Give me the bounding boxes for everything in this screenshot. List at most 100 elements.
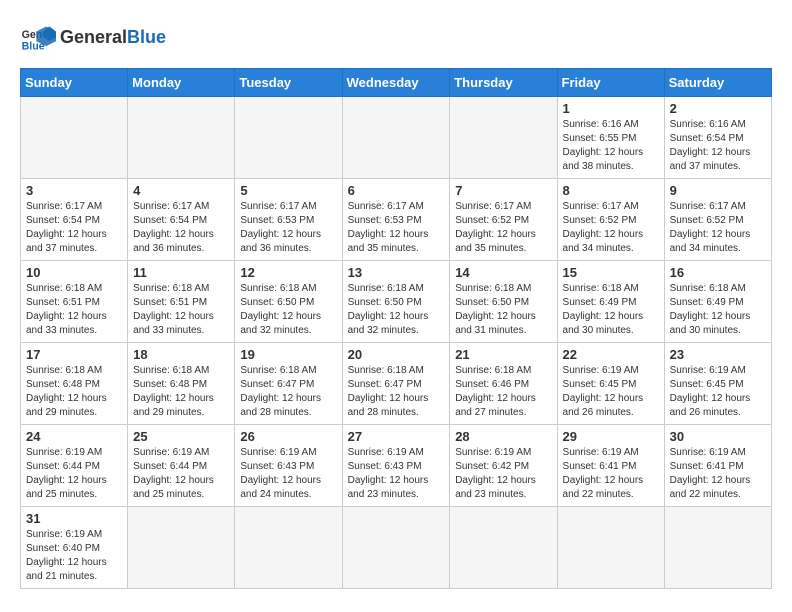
day-number: 21 xyxy=(455,347,551,362)
day-number: 16 xyxy=(670,265,766,280)
weekday-header: Friday xyxy=(557,69,664,97)
calendar-cell: 26Sunrise: 6:19 AM Sunset: 6:43 PM Dayli… xyxy=(235,425,342,507)
day-info: Sunrise: 6:17 AM Sunset: 6:53 PM Dayligh… xyxy=(348,200,445,256)
day-info: Sunrise: 6:18 AM Sunset: 6:49 PM Dayligh… xyxy=(563,282,659,338)
day-number: 12 xyxy=(240,265,336,280)
calendar-cell: 24Sunrise: 6:19 AM Sunset: 6:44 PM Dayli… xyxy=(21,425,128,507)
day-number: 9 xyxy=(670,183,766,198)
day-info: Sunrise: 6:18 AM Sunset: 6:49 PM Dayligh… xyxy=(670,282,766,338)
day-info: Sunrise: 6:16 AM Sunset: 6:55 PM Dayligh… xyxy=(563,118,659,174)
day-number: 19 xyxy=(240,347,336,362)
calendar-cell xyxy=(450,507,557,589)
page-header: General Blue GeneralBlue xyxy=(20,20,772,56)
weekday-header: Tuesday xyxy=(235,69,342,97)
calendar-cell: 20 Sunrise: 6:18 AM Sunset: 6:47 PM Dayli… xyxy=(342,343,450,425)
day-number: 29 xyxy=(563,429,659,444)
day-number: 30 xyxy=(670,429,766,444)
calendar-cell: 13 Sunrise: 6:18 AM Sunset: 6:50 PM Dayli… xyxy=(342,261,450,343)
day-number: 17 xyxy=(26,347,122,362)
weekday-header: Wednesday xyxy=(342,69,450,97)
day-number: 5 xyxy=(240,183,336,198)
day-info: Sunrise: 6:17 AM Sunset: 6:54 PM Dayligh… xyxy=(133,200,229,256)
calendar-cell xyxy=(21,97,128,179)
calendar-cell: 22Sunrise: 6:19 AM Sunset: 6:45 PM Dayli… xyxy=(557,343,664,425)
day-number: 26 xyxy=(240,429,336,444)
day-info: Sunrise: 6:18 AM Sunset: 6:46 PM Dayligh… xyxy=(455,364,551,420)
calendar-cell: 29 Sunrise: 6:19 AM Sunset: 6:41 PM Dayli… xyxy=(557,425,664,507)
day-info: Sunrise: 6:19 AM Sunset: 6:41 PM Dayligh… xyxy=(670,446,766,502)
day-info: Sunrise: 6:16 AM Sunset: 6:54 PM Dayligh… xyxy=(670,118,766,174)
calendar-cell: 14Sunrise: 6:18 AM Sunset: 6:50 PM Dayli… xyxy=(450,261,557,343)
day-info: Sunrise: 6:18 AM Sunset: 6:47 PM Dayligh… xyxy=(240,364,336,420)
logo-icon: General Blue xyxy=(20,20,56,56)
calendar-cell: 6 Sunrise: 6:17 AM Sunset: 6:53 PM Daylig… xyxy=(342,179,450,261)
calendar-cell xyxy=(128,97,235,179)
calendar-cell xyxy=(342,97,450,179)
day-info: Sunrise: 6:17 AM Sunset: 6:53 PM Dayligh… xyxy=(240,200,336,256)
day-number: 13 xyxy=(348,265,445,280)
calendar-cell: 25Sunrise: 6:19 AM Sunset: 6:44 PM Dayli… xyxy=(128,425,235,507)
calendar-cell xyxy=(342,507,450,589)
calendar-cell: 4 Sunrise: 6:17 AM Sunset: 6:54 PM Daylig… xyxy=(128,179,235,261)
calendar-cell: 18 Sunrise: 6:18 AM Sunset: 6:48 PM Dayli… xyxy=(128,343,235,425)
calendar-cell: 15Sunrise: 6:18 AM Sunset: 6:49 PM Dayli… xyxy=(557,261,664,343)
calendar-cell: 27 Sunrise: 6:19 AM Sunset: 6:43 PM Dayli… xyxy=(342,425,450,507)
day-info: Sunrise: 6:19 AM Sunset: 6:44 PM Dayligh… xyxy=(26,446,122,502)
calendar-cell: 8Sunrise: 6:17 AM Sunset: 6:52 PM Daylig… xyxy=(557,179,664,261)
day-number: 27 xyxy=(348,429,445,444)
day-number: 7 xyxy=(455,183,551,198)
calendar-cell: 23 Sunrise: 6:19 AM Sunset: 6:45 PM Dayli… xyxy=(664,343,771,425)
day-number: 10 xyxy=(26,265,122,280)
day-number: 4 xyxy=(133,183,229,198)
weekday-header: Sunday xyxy=(21,69,128,97)
day-number: 18 xyxy=(133,347,229,362)
calendar-cell xyxy=(557,507,664,589)
day-info: Sunrise: 6:18 AM Sunset: 6:47 PM Dayligh… xyxy=(348,364,445,420)
day-info: Sunrise: 6:19 AM Sunset: 6:44 PM Dayligh… xyxy=(133,446,229,502)
day-number: 11 xyxy=(133,265,229,280)
calendar-cell: 9Sunrise: 6:17 AM Sunset: 6:52 PM Daylig… xyxy=(664,179,771,261)
day-number: 28 xyxy=(455,429,551,444)
calendar-cell: 17 Sunrise: 6:18 AM Sunset: 6:48 PM Dayli… xyxy=(21,343,128,425)
day-info: Sunrise: 6:19 AM Sunset: 6:41 PM Dayligh… xyxy=(563,446,659,502)
day-number: 1 xyxy=(563,101,659,116)
calendar-cell: 21 Sunrise: 6:18 AM Sunset: 6:46 PM Dayli… xyxy=(450,343,557,425)
calendar-cell: 30 Sunrise: 6:19 AM Sunset: 6:41 PM Dayli… xyxy=(664,425,771,507)
day-info: Sunrise: 6:18 AM Sunset: 6:50 PM Dayligh… xyxy=(348,282,445,338)
day-info: Sunrise: 6:19 AM Sunset: 6:40 PM Dayligh… xyxy=(26,528,122,584)
calendar-cell: 31 Sunrise: 6:19 AM Sunset: 6:40 PM Dayli… xyxy=(21,507,128,589)
weekday-header: Thursday xyxy=(450,69,557,97)
day-number: 31 xyxy=(26,511,122,526)
calendar-week-row: 31 Sunrise: 6:19 AM Sunset: 6:40 PM Dayli… xyxy=(21,507,772,589)
day-info: Sunrise: 6:19 AM Sunset: 6:43 PM Dayligh… xyxy=(348,446,445,502)
calendar-cell xyxy=(450,97,557,179)
calendar-table: SundayMondayTuesdayWednesdayThursdayFrid… xyxy=(20,68,772,589)
day-number: 22 xyxy=(563,347,659,362)
calendar-week-row: 10 Sunrise: 6:18 AM Sunset: 6:51 PM Dayli… xyxy=(21,261,772,343)
day-info: Sunrise: 6:18 AM Sunset: 6:48 PM Dayligh… xyxy=(133,364,229,420)
calendar-cell: 7Sunrise: 6:17 AM Sunset: 6:52 PM Daylig… xyxy=(450,179,557,261)
day-number: 6 xyxy=(348,183,445,198)
calendar-cell: 5 Sunrise: 6:17 AM Sunset: 6:53 PM Daylig… xyxy=(235,179,342,261)
calendar-cell: 1 Sunrise: 6:16 AM Sunset: 6:55 PM Daylig… xyxy=(557,97,664,179)
day-number: 2 xyxy=(670,101,766,116)
day-info: Sunrise: 6:18 AM Sunset: 6:51 PM Dayligh… xyxy=(133,282,229,338)
day-number: 3 xyxy=(26,183,122,198)
day-info: Sunrise: 6:18 AM Sunset: 6:48 PM Dayligh… xyxy=(26,364,122,420)
day-info: Sunrise: 6:18 AM Sunset: 6:50 PM Dayligh… xyxy=(455,282,551,338)
weekday-header: Saturday xyxy=(664,69,771,97)
day-info: Sunrise: 6:17 AM Sunset: 6:52 PM Dayligh… xyxy=(563,200,659,256)
calendar-cell: 12Sunrise: 6:18 AM Sunset: 6:50 PM Dayli… xyxy=(235,261,342,343)
day-info: Sunrise: 6:19 AM Sunset: 6:45 PM Dayligh… xyxy=(670,364,766,420)
calendar-cell: 2 Sunrise: 6:16 AM Sunset: 6:54 PM Daylig… xyxy=(664,97,771,179)
day-number: 20 xyxy=(348,347,445,362)
calendar-week-row: 3 Sunrise: 6:17 AM Sunset: 6:54 PM Daylig… xyxy=(21,179,772,261)
day-number: 23 xyxy=(670,347,766,362)
calendar-week-row: 1 Sunrise: 6:16 AM Sunset: 6:55 PM Daylig… xyxy=(21,97,772,179)
day-info: Sunrise: 6:19 AM Sunset: 6:42 PM Dayligh… xyxy=(455,446,551,502)
calendar-header-row: SundayMondayTuesdayWednesdayThursdayFrid… xyxy=(21,69,772,97)
logo: General Blue GeneralBlue xyxy=(20,20,166,56)
calendar-cell: 10Sunrise: 6:18 AM Sunset: 6:51 PM Dayli… xyxy=(21,261,128,343)
calendar-cell: 11 Sunrise: 6:18 AM Sunset: 6:51 PM Dayli… xyxy=(128,261,235,343)
calendar-cell: 16 Sunrise: 6:18 AM Sunset: 6:49 PM Dayli… xyxy=(664,261,771,343)
